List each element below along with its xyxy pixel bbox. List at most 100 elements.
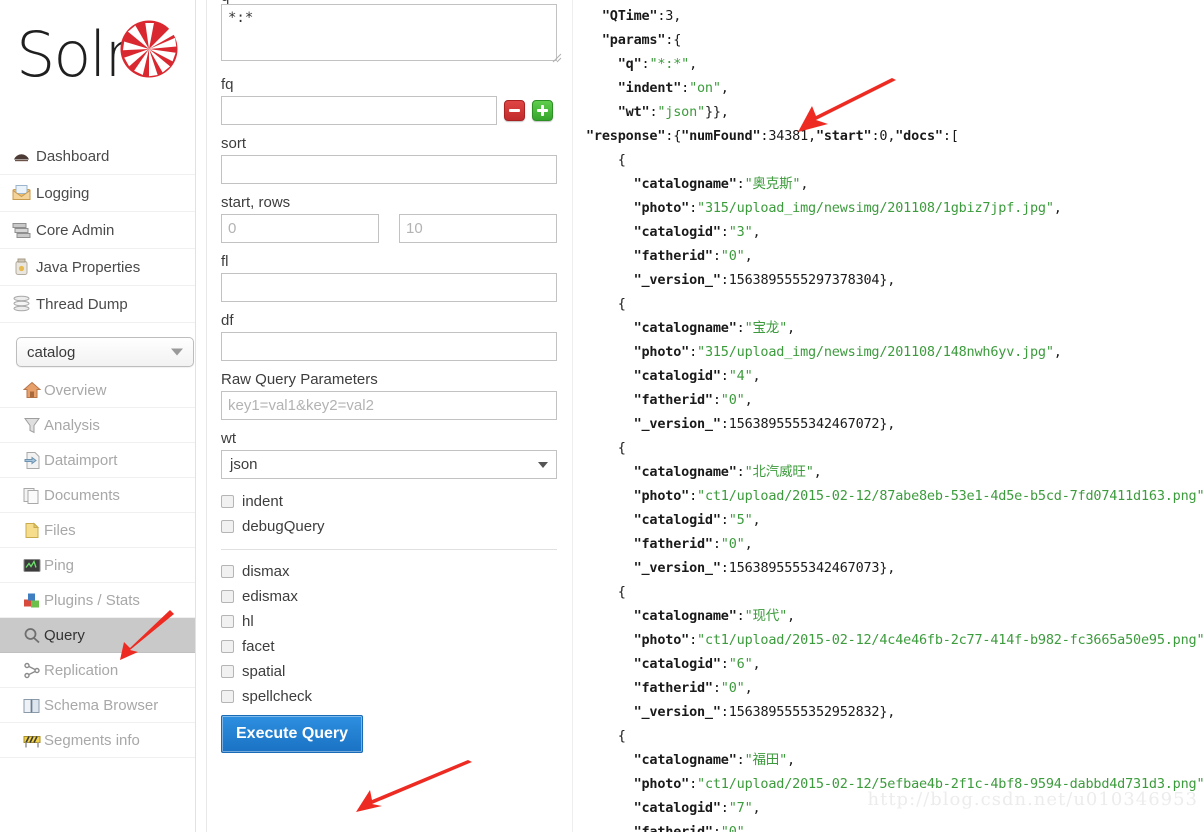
logging-icon <box>12 184 31 203</box>
checkbox-debugquery-row[interactable]: debugQuery <box>221 514 564 539</box>
wt-label: wt <box>221 430 236 447</box>
fl-field: fl <box>221 253 564 302</box>
chevron-down-icon <box>538 461 548 468</box>
start-rows-field: start, rows <box>221 194 564 243</box>
checkbox-dismax[interactable] <box>221 565 234 578</box>
checkbox-edismax-row[interactable]: edismax <box>221 584 564 609</box>
checkbox-group-features: dismax edismax hl facet spatial spellche… <box>221 559 564 709</box>
sidebar-item-segments-info[interactable]: Segments info <box>0 723 196 758</box>
minus-icon <box>509 109 520 112</box>
wt-select[interactable]: json <box>221 450 557 479</box>
sidebar-item-schema-browser[interactable]: Schema Browser <box>0 688 196 723</box>
fq-field: fq <box>221 76 564 125</box>
sidebar-item-label: Files <box>44 521 76 539</box>
raw-query-params-input[interactable] <box>221 391 557 420</box>
chevron-down-icon <box>171 348 183 356</box>
checkbox-spellcheck-row[interactable]: spellcheck <box>221 684 564 709</box>
checkbox-label: spatial <box>242 663 286 680</box>
sort-input[interactable] <box>221 155 557 184</box>
sidebar-item-files[interactable]: Files <box>0 513 196 548</box>
q-field <box>221 4 564 66</box>
sidebar-item-label: Overview <box>44 381 107 399</box>
sort-label: sort <box>221 135 247 152</box>
solr-admin-app: Solr Dashboard Logging Core Admin Java P… <box>0 0 1204 832</box>
sidebar-item-overview[interactable]: Overview <box>0 373 196 408</box>
sidebar-item-dashboard[interactable]: Dashboard <box>0 138 196 175</box>
sidebar: Solr Dashboard Logging Core Admin Java P… <box>0 0 196 832</box>
sidebar-item-label: Plugins / Stats <box>44 591 140 609</box>
execute-query-button[interactable]: Execute Query <box>221 715 364 753</box>
response-divider <box>572 0 573 832</box>
sidebar-item-thread-dump[interactable]: Thread Dump <box>0 286 196 323</box>
checkbox-facet[interactable] <box>221 640 234 653</box>
solr-logo[interactable]: Solr <box>0 0 196 130</box>
fq-remove-button[interactable] <box>504 100 525 121</box>
fq-input[interactable] <box>221 96 497 125</box>
checkbox-label: facet <box>242 638 275 655</box>
core-selector[interactable]: catalog <box>16 337 194 367</box>
fq-label: fq <box>221 76 234 93</box>
wt-field: wt json <box>221 430 564 479</box>
checkbox-edismax[interactable] <box>221 590 234 603</box>
start-input[interactable] <box>221 214 379 243</box>
sidebar-item-label: Dashboard <box>36 147 110 165</box>
sidebar-item-java-properties[interactable]: Java Properties <box>0 249 196 286</box>
checkbox-debugquery[interactable] <box>221 520 234 533</box>
sidebar-item-analysis[interactable]: Analysis <box>0 408 196 443</box>
sidebar-item-logging[interactable]: Logging <box>0 175 196 212</box>
checkbox-indent[interactable] <box>221 495 234 508</box>
df-input[interactable] <box>221 332 557 361</box>
sidebar-item-label: Documents <box>44 486 120 504</box>
checkbox-hl-row[interactable]: hl <box>221 609 564 634</box>
sidebar-item-label: Replication <box>44 661 119 679</box>
raw-query-params-label: Raw Query Parameters <box>221 371 378 388</box>
core-selector-wrap: catalog <box>0 323 196 373</box>
sidebar-item-label: Java Properties <box>36 258 141 276</box>
sidebar-item-documents[interactable]: Documents <box>0 478 196 513</box>
checkbox-spatial-row[interactable]: spatial <box>221 659 564 684</box>
segments-info-icon <box>22 731 41 750</box>
fq-add-button[interactable] <box>532 100 553 121</box>
raw-query-params-field: Raw Query Parameters <box>221 371 564 420</box>
sidebar-item-label: Logging <box>36 184 90 202</box>
checkbox-hl[interactable] <box>221 615 234 628</box>
analysis-funnel-icon <box>22 416 41 435</box>
df-label: df <box>221 312 234 329</box>
checkbox-facet-row[interactable]: facet <box>221 634 564 659</box>
checkbox-label: dismax <box>242 563 290 580</box>
checkbox-label: hl <box>242 613 254 630</box>
rows-input[interactable] <box>399 214 557 243</box>
solr-wordmark: Solr <box>16 18 130 91</box>
sidebar-item-label: Thread Dump <box>36 295 128 313</box>
checkbox-spellcheck[interactable] <box>221 690 234 703</box>
sidebar-item-ping[interactable]: Ping <box>0 548 196 583</box>
files-folder-icon <box>22 521 41 540</box>
core-selector-value: catalog <box>27 343 76 361</box>
sidebar-item-plugins-stats[interactable]: Plugins / Stats <box>0 583 196 618</box>
documents-icon <box>22 486 41 505</box>
checkbox-spatial[interactable] <box>221 665 234 678</box>
checkbox-group-divider <box>221 549 557 550</box>
sidebar-item-replication[interactable]: Replication <box>0 653 196 688</box>
sidebar-item-label: Segments info <box>44 731 140 749</box>
fl-input[interactable] <box>221 273 557 302</box>
q-input[interactable] <box>221 4 557 61</box>
sidebar-item-label: Query <box>44 626 85 644</box>
checkbox-label: indent <box>242 493 283 510</box>
dataimport-icon <box>22 451 41 470</box>
start-rows-label: start, rows <box>221 194 291 211</box>
df-field: df <box>221 312 564 361</box>
schema-browser-icon <box>22 696 41 715</box>
overview-home-icon <box>22 381 41 400</box>
checkbox-label: edismax <box>242 588 298 605</box>
solr-sunburst-icon <box>120 20 178 78</box>
sidebar-item-query[interactable]: Query <box>0 618 196 653</box>
sidebar-item-core-admin[interactable]: Core Admin <box>0 212 196 249</box>
sidebar-top-nav: Dashboard Logging Core Admin Java Proper… <box>0 138 196 323</box>
checkbox-indent-row[interactable]: indent <box>221 489 564 514</box>
sidebar-item-label: Ping <box>44 556 75 574</box>
sidebar-item-label: Dataimport <box>44 451 118 469</box>
sidebar-item-dataimport[interactable]: Dataimport <box>0 443 196 478</box>
checkbox-dismax-row[interactable]: dismax <box>221 559 564 584</box>
java-properties-icon <box>12 258 31 277</box>
